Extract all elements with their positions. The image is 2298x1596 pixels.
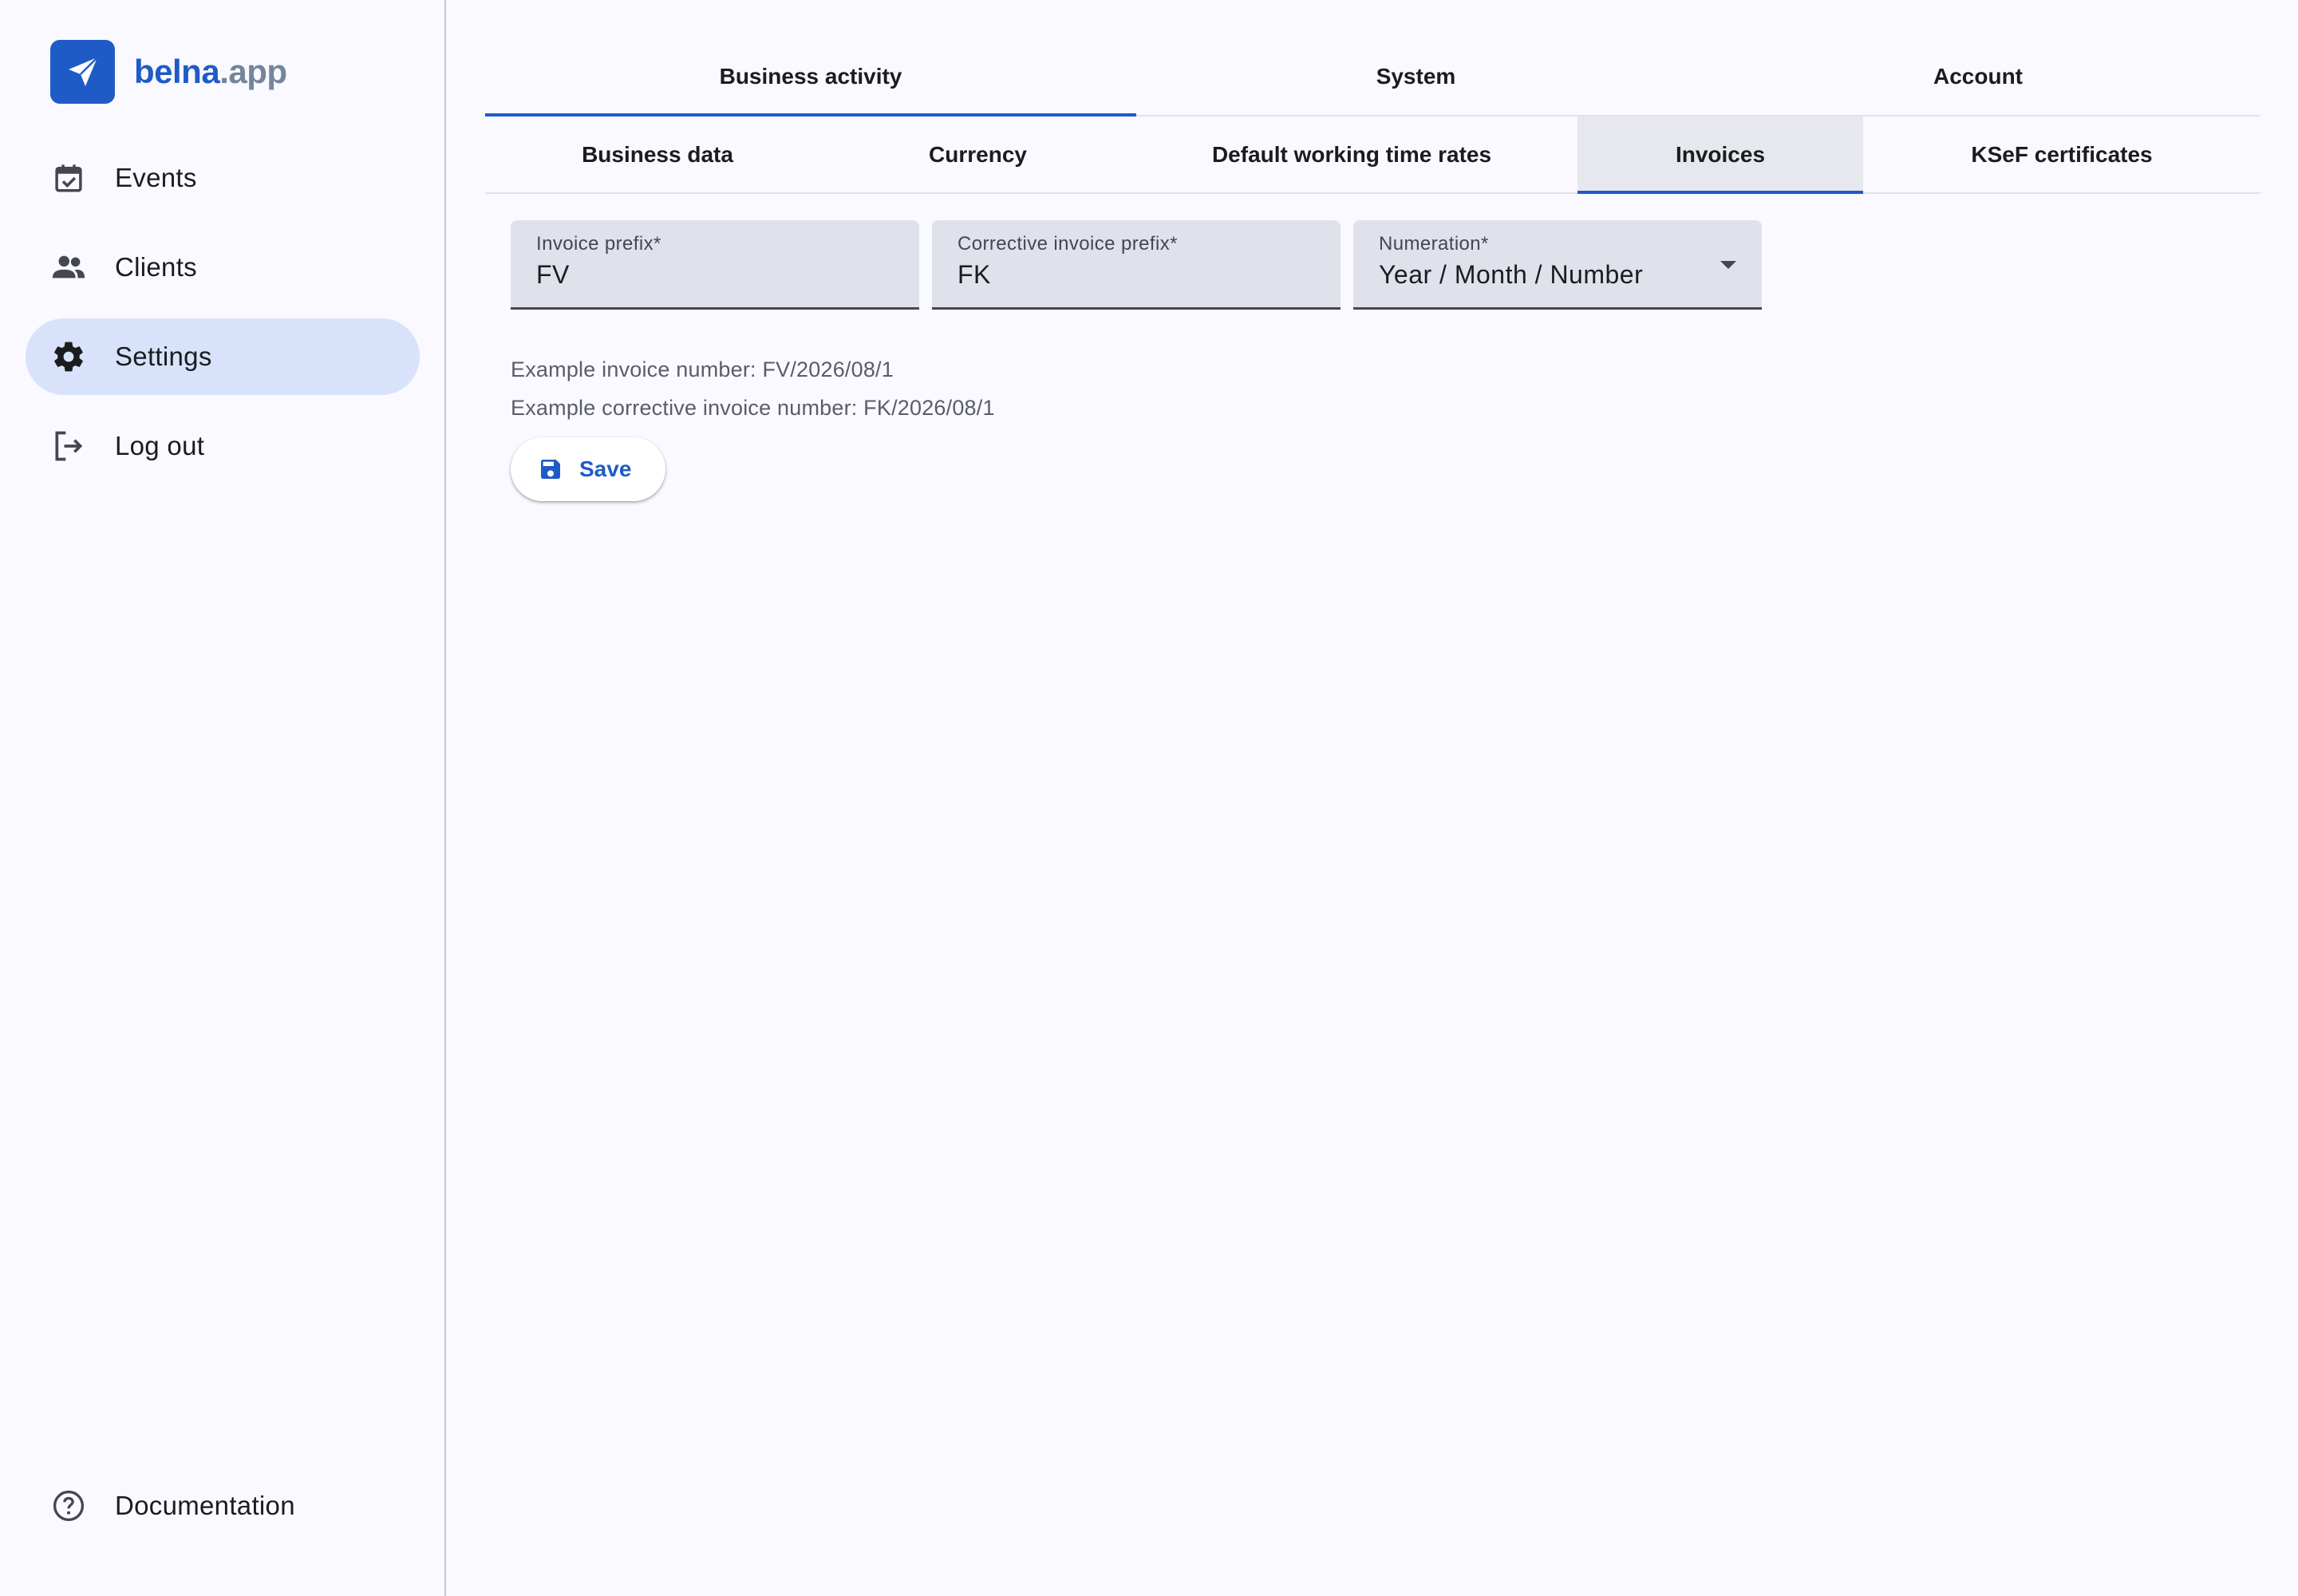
tab-account[interactable]: Account [1696, 45, 2260, 115]
sidebar-item-label: Documentation [115, 1491, 295, 1520]
brand[interactable]: belna.app [50, 40, 287, 104]
tab-label: Currency [929, 141, 1027, 167]
sidebar-item-clients[interactable]: Clients [26, 229, 420, 306]
tab-label: Business data [582, 141, 733, 167]
sidebar-item-logout[interactable]: Log out [26, 408, 420, 484]
tab-system[interactable]: System [1136, 45, 1696, 115]
secondary-tabs: Business data Currency Default working t… [485, 117, 2260, 194]
tab-business-activity[interactable]: Business activity [485, 45, 1136, 117]
tab-label: Business activity [719, 64, 902, 89]
tab-currency[interactable]: Currency [830, 117, 1126, 192]
chevron-down-icon [1720, 261, 1736, 269]
numeration-value: Year / Month / Number [1379, 260, 1644, 289]
example-invoice-number: Example invoice number: FV/2026/08/1 [511, 358, 894, 381]
tab-label: KSeF certificates [1971, 141, 2153, 167]
tab-business-data[interactable]: Business data [485, 117, 830, 192]
paper-plane-icon [50, 40, 115, 104]
tab-label: Default working time rates [1211, 141, 1492, 167]
sidebar: belna.app Events Clients Settings Log ou… [0, 0, 446, 1596]
save-icon [541, 460, 560, 479]
sidebar-item-label: Log out [115, 431, 205, 460]
calendar-check-icon [49, 159, 88, 197]
corrective-invoice-prefix-field[interactable]: Corrective invoice prefix* [932, 220, 1340, 310]
save-button[interactable]: Save [511, 437, 665, 501]
tab-ksef-certificates[interactable]: KSeF certificates [1863, 117, 2260, 192]
tab-label: Account [1933, 64, 2023, 89]
sidebar-item-settings[interactable]: Settings [26, 318, 420, 395]
corrective-invoice-prefix-label: Corrective invoice prefix* [958, 233, 1178, 255]
numeration-label: Numeration* [1379, 233, 1489, 255]
people-icon [49, 248, 88, 286]
tab-default-working-time-rates[interactable]: Default working time rates [1126, 117, 1577, 192]
brand-name: belna.app [134, 53, 287, 91]
invoice-prefix-label: Invoice prefix* [536, 233, 661, 255]
numeration-select[interactable]: Numeration* Year / Month / Number [1353, 220, 1762, 310]
brand-main: belna [134, 53, 220, 90]
corrective-invoice-prefix-input[interactable] [958, 260, 1293, 290]
invoice-prefix-field[interactable]: Invoice prefix* [511, 220, 919, 310]
brand-tld: .app [219, 53, 287, 90]
sidebar-item-label: Clients [115, 252, 197, 282]
tab-label: System [1376, 64, 1456, 89]
sidebar-item-events[interactable]: Events [26, 140, 420, 216]
sidebar-item-label: Events [115, 163, 197, 192]
logout-icon [49, 427, 88, 465]
save-button-label: Save [579, 456, 632, 481]
invoice-prefix-input[interactable] [536, 260, 871, 290]
tab-label: Invoices [1675, 141, 1766, 167]
sidebar-item-label: Settings [115, 342, 212, 371]
sidebar-item-documentation[interactable]: Documentation [26, 1468, 420, 1544]
gear-icon [49, 338, 88, 376]
help-circle-icon [49, 1487, 88, 1525]
primary-tabs: Business activity System Account [485, 45, 2260, 117]
example-corrective-invoice-number: Example corrective invoice number: FK/20… [511, 396, 995, 420]
tab-invoices[interactable]: Invoices [1577, 117, 1863, 194]
